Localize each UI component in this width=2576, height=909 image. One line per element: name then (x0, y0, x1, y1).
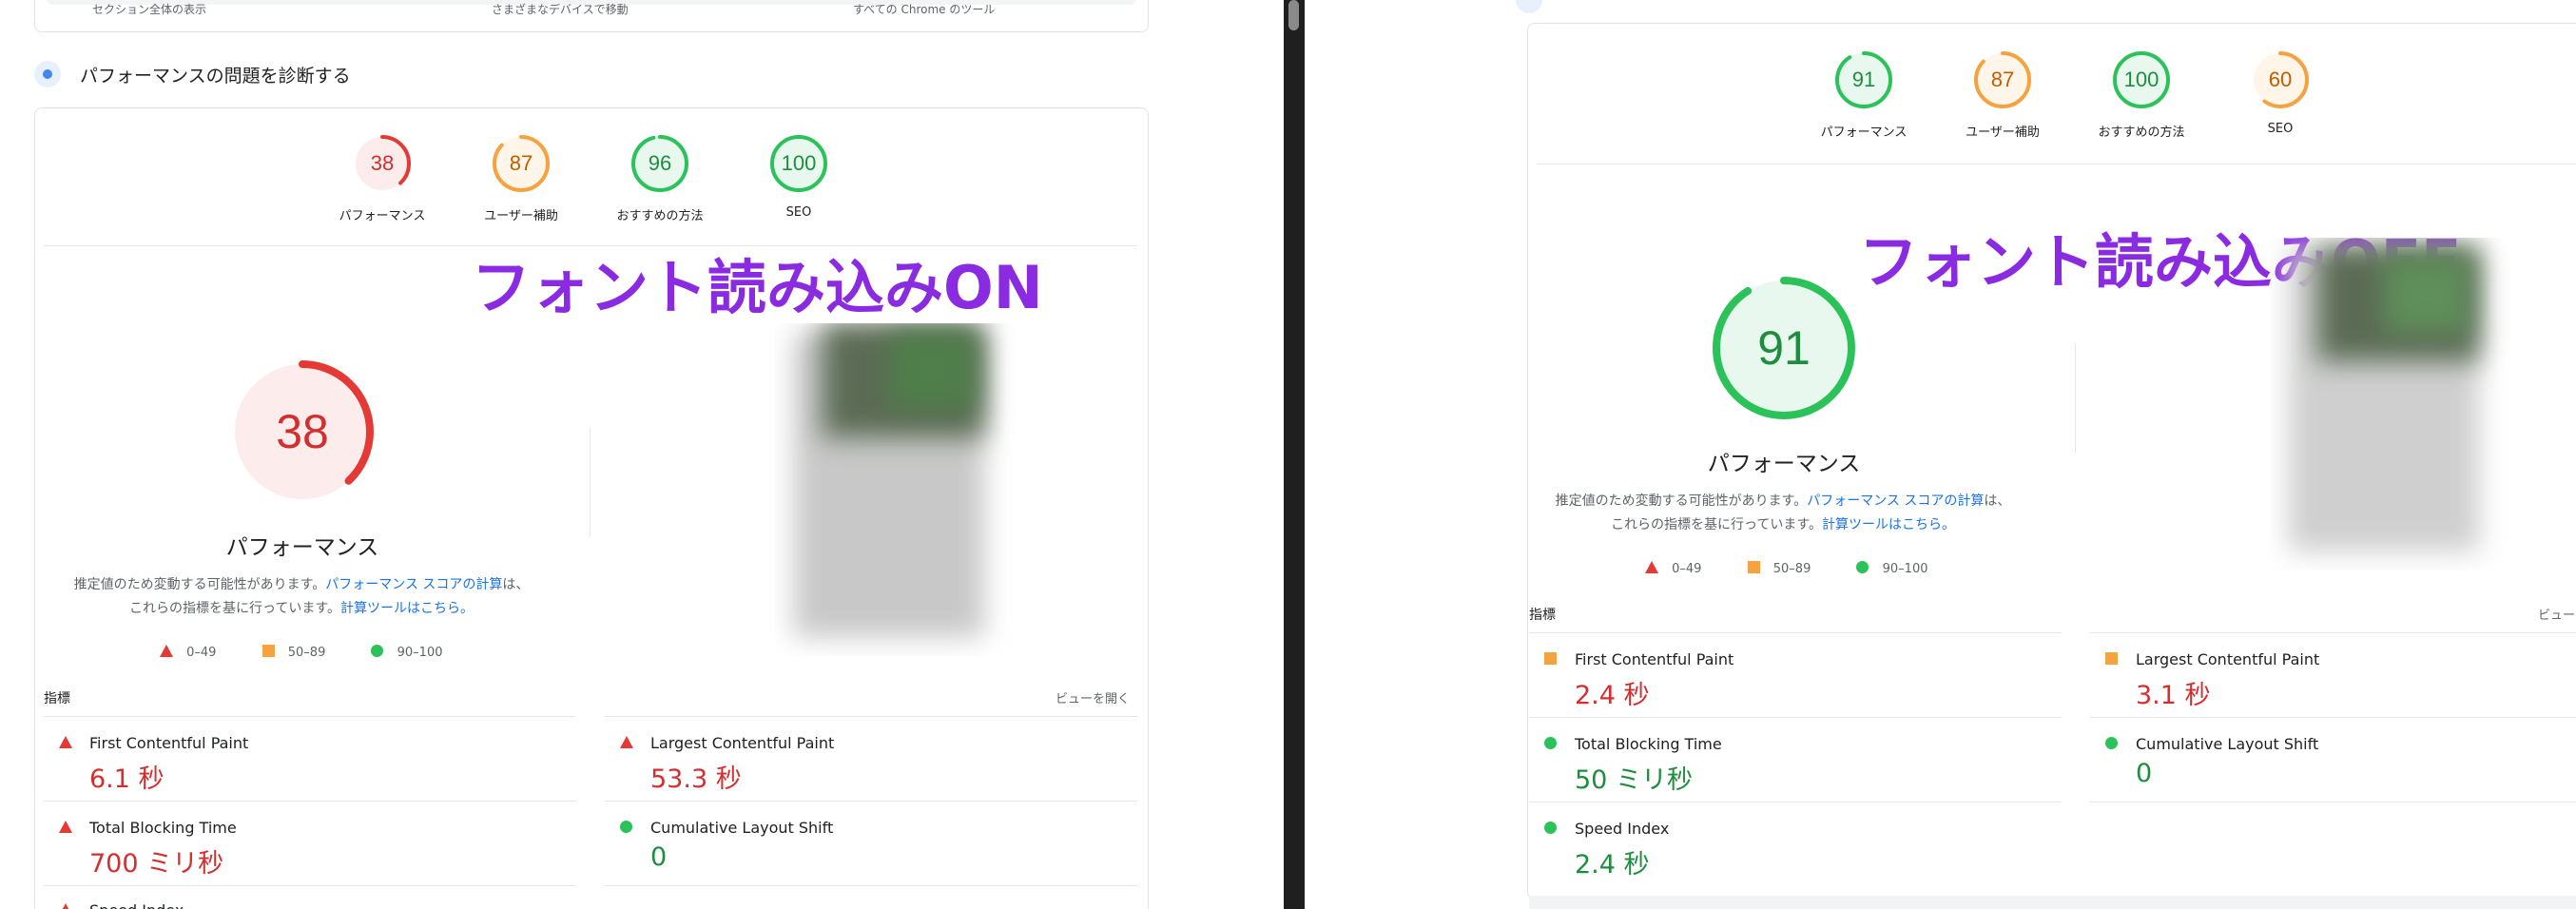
section-icon (1516, 0, 1542, 13)
performance-big-gauge: 91 (1713, 277, 1855, 419)
section-footer-bar (1529, 896, 2576, 909)
view-toggle[interactable]: ビュー (2538, 605, 2575, 623)
score-calc-link[interactable]: パフォーマンス スコアの計算 (325, 577, 502, 592)
metric-name: Largest Contentful Paint (2136, 650, 2320, 668)
metrics-label: 指標 (44, 691, 70, 706)
metric-value: 2.4 秒 (1575, 681, 1650, 710)
average-square-icon (2105, 652, 2118, 665)
calculator-link[interactable]: 計算ツールはこちら。 (1822, 517, 1955, 532)
scrollbar-thumb[interactable] (1288, 0, 1299, 30)
metric-value: 6.1 秒 (89, 764, 165, 794)
score-gauge[interactable]: 38 (354, 135, 411, 192)
poor-triangle-icon (620, 736, 633, 748)
window-divider (1284, 0, 1305, 909)
score-label: ユーザー補助 (1966, 126, 2040, 140)
score-gauge[interactable]: 100 (770, 135, 827, 192)
score-gauge[interactable]: 100 (2113, 51, 2170, 108)
score-label: ユーザー補助 (484, 209, 558, 223)
top-bar-item[interactable]: すべての Chrome のツール (853, 1, 995, 17)
diagnose-icon (34, 61, 61, 87)
score-label: SEO (2267, 122, 2294, 136)
score-gauge[interactable]: 87 (1974, 51, 2031, 108)
metrics-label: 指標 (1529, 608, 1556, 623)
score-gauge[interactable]: 96 (631, 135, 688, 192)
score-label: SEO (785, 205, 812, 220)
score-gauge[interactable]: 60 (2252, 51, 2309, 108)
top-bar-item[interactable]: さまざまなデバイスで移動 (492, 1, 629, 17)
poor-triangle-icon (160, 645, 173, 657)
metric-name: Cumulative Layout Shift (650, 819, 834, 837)
metric-value: 2.4 秒 (1575, 850, 1650, 880)
metric-name: Speed Index (1575, 820, 1670, 838)
performance-big-gauge: 38 (231, 360, 374, 503)
score-description: 推定値のため変動する可能性があります。パフォーマンス スコアの計算は、これらの指… (73, 577, 530, 616)
score-label: パフォーマンス (339, 209, 426, 223)
score-description: 推定値のため変動する可能性があります。パフォーマンス スコアの計算は、これらの指… (1555, 493, 2011, 532)
metric-value: 0 (2136, 759, 2153, 788)
score-label: おすすめの方法 (616, 209, 704, 223)
vertical-separator (590, 428, 591, 537)
average-square-icon (261, 645, 275, 657)
view-toggle[interactable]: ビューを開く (998, 688, 1130, 706)
section-title: パフォーマンスの問題を診断する (80, 66, 351, 87)
performance-title: パフォーマンス (225, 535, 379, 560)
score-gauge[interactable]: 87 (493, 135, 550, 192)
score-gauge[interactable]: 91 (1835, 51, 1892, 108)
calculator-link[interactable]: 計算ツールはこちら。 (340, 601, 474, 616)
score-calc-link[interactable]: パフォーマンス スコアの計算 (1807, 493, 1984, 509)
left-pane: セクション全体の表示 さまざまなデバイスで移動 すべての Chrome のツール… (0, 0, 1284, 909)
metric-value: 53.3 秒 (650, 764, 742, 794)
good-circle-icon (2105, 737, 2118, 749)
poor-triangle-icon (59, 821, 72, 833)
metric-name: First Contentful Paint (1575, 650, 1734, 668)
poor-triangle-icon (59, 736, 72, 748)
poor-triangle-icon (1645, 561, 1658, 573)
metric-name: Largest Contentful Paint (650, 734, 835, 752)
good-circle-icon (371, 645, 384, 657)
metric-name: First Contentful Paint (89, 734, 249, 752)
legend: 0–49 50–89 90–100 (160, 645, 442, 660)
good-circle-icon (1856, 561, 1869, 573)
performance-title: パフォーマンス (1707, 452, 1861, 476)
top-bar-item[interactable]: セクション全体の表示 (92, 1, 206, 17)
page-screenshot-thumbnail (775, 323, 1022, 656)
vertical-separator (2075, 344, 2076, 454)
good-circle-icon (1544, 737, 1557, 749)
good-circle-icon (620, 821, 632, 833)
metric-value: 3.1 秒 (2136, 681, 2211, 710)
metric-value: 50 ミリ秒 (1575, 765, 1693, 795)
legend: 0–49 50–89 90–100 (1645, 561, 1927, 576)
poor-triangle-icon (59, 903, 72, 909)
overlay-annotation: フォント読み込みON (472, 253, 1043, 322)
average-square-icon (1544, 652, 1557, 665)
page-screenshot-thumbnail (2270, 238, 2576, 571)
metric-value: 0 (650, 842, 668, 872)
metric-value: 700 ミリ秒 (89, 849, 224, 879)
metric-name: Cumulative Layout Shift (2136, 735, 2319, 753)
metric-name: Total Blocking Time (1575, 735, 1722, 753)
right-pane: 91 パフォーマンス 87 ユーザー補助 100 おすすめの方法 60 SEO … (1305, 0, 2576, 909)
average-square-icon (1747, 561, 1760, 573)
top-info-card: セクション全体の表示 さまざまなデバイスで移動 すべての Chrome のツール (34, 0, 1149, 32)
metric-name: Total Blocking Time (89, 819, 237, 837)
score-label: パフォーマンス (1820, 126, 1908, 140)
good-circle-icon (1544, 822, 1557, 834)
score-label: おすすめの方法 (2098, 126, 2185, 140)
metric-name: Speed Index (89, 901, 184, 909)
